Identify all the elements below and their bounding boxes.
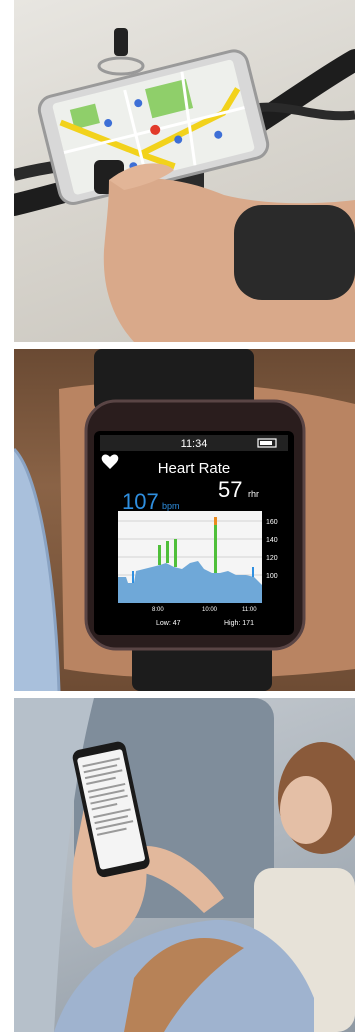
y-tick-140: 140 <box>266 537 278 544</box>
high-label: High: 171 <box>224 620 254 627</box>
x-tick-1: 8:00 <box>152 607 164 613</box>
x-tick-2: 10:00 <box>202 607 218 613</box>
shirt-sleeve <box>14 449 59 691</box>
wrist-band <box>234 205 355 300</box>
bpm-unit: bpm <box>162 501 180 511</box>
spike-green-1 <box>158 545 161 565</box>
mount-knob <box>114 28 128 56</box>
y-tick-100: 100 <box>266 573 278 580</box>
bike-map-photo <box>14 0 355 342</box>
bike-map-scene <box>14 28 355 342</box>
mount-ring <box>97 56 145 76</box>
watch-time: 11:34 <box>181 438 208 450</box>
x-tick-3: 11:00 <box>242 607 257 613</box>
smartwatch-scene: 11:34 Heart Rate 107 bpm 57 rhr 160 140 … <box>14 349 355 691</box>
spike-green-4 <box>214 523 217 573</box>
low-label: Low: 47 <box>156 620 181 627</box>
rhr-value: 57 <box>218 477 242 502</box>
y-tick-120: 120 <box>266 555 278 562</box>
y-tick-160: 160 <box>266 519 278 526</box>
bpm-value: 107 <box>122 489 159 514</box>
watch-title: Heart Rate <box>158 460 231 477</box>
reading-phone-photo <box>14 698 355 1032</box>
spike-green-3 <box>174 539 177 567</box>
face <box>280 776 332 844</box>
reading-scene <box>14 698 355 1032</box>
spike-green-2 <box>166 541 169 563</box>
smartwatch-photo: 11:34 Heart Rate 107 bpm 57 rhr 160 140 … <box>14 349 355 691</box>
spike-orange <box>214 517 217 525</box>
rhr-unit: rhr <box>248 489 259 499</box>
